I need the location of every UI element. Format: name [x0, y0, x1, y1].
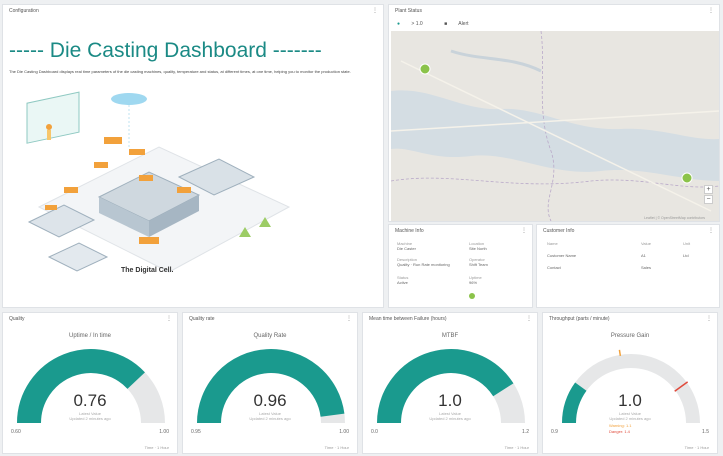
table-cell: Customer Name: [547, 253, 577, 258]
digital-cell-illustration: [26, 91, 291, 273]
gauge-footer[interactable]: Time · 1 Hour: [325, 445, 349, 450]
gauge-danger: Danger: 1.4: [609, 429, 630, 434]
table-cell: Contact: [547, 265, 561, 270]
plant-map-panel: Plant Status ⋮ ● > 1.0 ■ Alert + − Leafl…: [388, 4, 720, 222]
gauge-footer[interactable]: Time · 1 Hour: [145, 445, 169, 450]
legend-offline[interactable]: ■ Alert: [444, 21, 478, 27]
illustration-caption: The Digital Cell.: [121, 267, 174, 274]
customer-info-panel: Customer Info ⋮ Name Value Unit Customer…: [536, 224, 720, 308]
panel-title: Machine Info: [395, 228, 424, 234]
map-attribution: Leaflet | © OpenStreetMap contributors: [644, 216, 705, 220]
gauge-footer[interactable]: Time · 1 Hour: [685, 445, 709, 450]
machine-field: Uptime 96%: [469, 275, 482, 285]
gauge-min: 0.9: [551, 429, 558, 435]
gauge-warning: Warning: 1.1: [609, 423, 632, 428]
gauge-max: 1.2: [522, 429, 529, 435]
machine-field: Description Quality · Run Rate monitoring: [397, 257, 450, 267]
panel-title: Configuration: [9, 8, 39, 14]
panel-menu-icon[interactable]: ⋮: [521, 227, 527, 234]
panel-menu-icon[interactable]: ⋮: [708, 7, 714, 14]
table-cell: Ltd: [683, 253, 689, 258]
gauge-value: 0.96: [253, 391, 287, 410]
gauge-panel: Throughput (parts / minute) ⋮ Pressure G…: [542, 312, 718, 454]
gauge-arc: [17, 349, 165, 424]
map-canvas[interactable]: [391, 31, 719, 221]
zoom-out-button[interactable]: −: [704, 195, 713, 204]
gauge-updated: Updated 2 minutes ago: [69, 416, 111, 421]
gauge-footer[interactable]: Time · 1 Hour: [505, 445, 529, 450]
gauge-arc: [197, 349, 345, 424]
gauge-min: 0.0: [371, 429, 378, 435]
gauge-arc: [562, 349, 700, 424]
gauge-value: 1.0: [618, 391, 642, 410]
table-cell: Sales: [641, 265, 652, 270]
table-cell: A1: [641, 253, 646, 258]
legend-online[interactable]: ● > 1.0: [397, 21, 433, 27]
gauge-updated: Updated 2 minutes ago: [249, 416, 291, 421]
gauge-panel: Quality rate ⋮ Quality Rate 0.96 Latest …: [182, 312, 358, 454]
panel-menu-icon[interactable]: ⋮: [372, 7, 378, 14]
gauge-updated: Updated 2 minutes ago: [609, 416, 651, 421]
gauge-max: 1.00: [339, 429, 349, 435]
panel-menu-icon[interactable]: ⋮: [708, 227, 714, 234]
map-marker: [419, 63, 431, 75]
gauge-value: 0.76: [73, 391, 107, 410]
gauge-value: 1.0: [438, 391, 462, 410]
gauge-max: 1.00: [159, 429, 169, 435]
gauge-updated: Updated 2 minutes ago: [429, 416, 471, 421]
dashboard-title: ----- Die Casting Dashboard -------: [9, 39, 322, 62]
machine-field: Status Active: [397, 275, 409, 285]
status-dot-icon: [469, 293, 475, 299]
machine-field: Machine Die Caster: [397, 241, 416, 251]
gauge-min: 0.60: [11, 429, 21, 435]
map-legend: ● > 1.0 ■ Alert: [397, 21, 489, 27]
machine-field: Operator Shift Team: [469, 257, 488, 267]
map-marker: [681, 172, 693, 184]
machine-info-panel: Machine Info ⋮ Machine Die Caster Locatio…: [388, 224, 533, 308]
panel-title: Customer Info: [543, 228, 575, 234]
dashboard-intro-panel: Configuration ⋮ ----- Die Casting Dashbo…: [2, 4, 384, 308]
machine-field: Location Site North: [469, 241, 487, 251]
gauge-max: 1.5: [702, 429, 709, 435]
table-header: Value: [641, 241, 651, 246]
warning-marker: [618, 349, 622, 356]
gauge-arc: [377, 349, 525, 424]
gauge-panel: Quality ⋮ Uptime / In time 0.76 Latest V…: [2, 312, 178, 454]
dashboard-description: The Die Casting Dashboard displays real …: [9, 69, 351, 74]
table-header: Unit: [683, 241, 691, 246]
panel-title: Plant Status: [395, 8, 422, 14]
table-header: Name: [547, 241, 558, 246]
gauge-min: 0.95: [191, 429, 201, 435]
gauge-panel: Mean time between Failure (hours) ⋮ MTBF…: [362, 312, 538, 454]
zoom-in-button[interactable]: +: [704, 185, 713, 194]
